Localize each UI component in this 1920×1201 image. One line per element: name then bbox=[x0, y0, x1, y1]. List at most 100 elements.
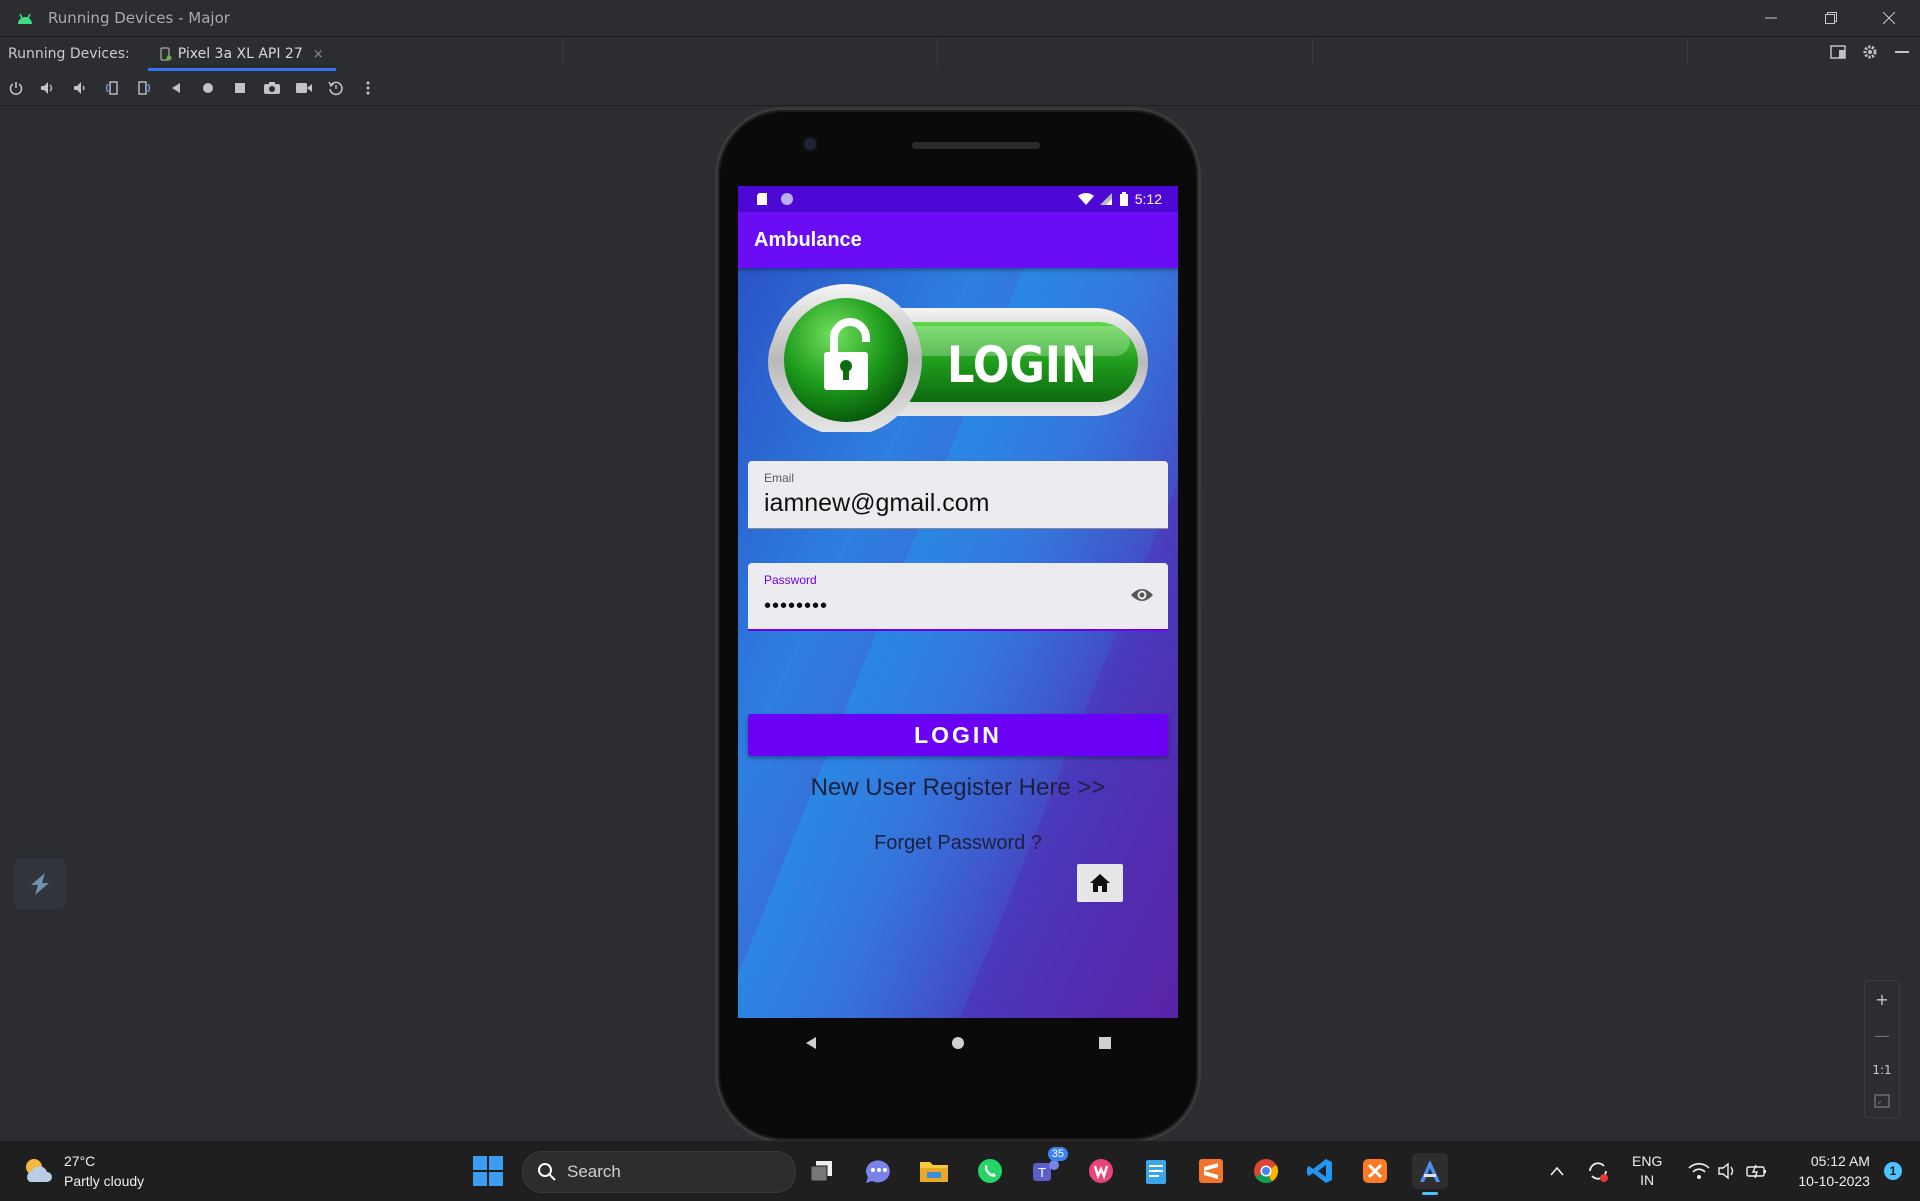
layout-button[interactable] bbox=[1822, 38, 1854, 66]
chat-app-button[interactable] bbox=[860, 1153, 896, 1189]
password-visibility-icon[interactable] bbox=[1130, 587, 1154, 603]
reset-button[interactable] bbox=[320, 74, 352, 102]
fit-screen-icon[interactable] bbox=[1874, 1094, 1890, 1108]
volume-up-button[interactable] bbox=[32, 74, 64, 102]
file-explorer-button[interactable] bbox=[916, 1153, 952, 1189]
xampp-icon bbox=[1363, 1159, 1387, 1183]
wifi-tray-icon[interactable] bbox=[1688, 1162, 1710, 1180]
login-screen: LOGIN Email iamnew@gmail.com Password ••… bbox=[738, 268, 1178, 1018]
layout-icon bbox=[1830, 45, 1846, 59]
sublime-icon bbox=[1199, 1159, 1223, 1183]
chevron-up-icon[interactable] bbox=[1550, 1166, 1564, 1176]
volume-up-icon bbox=[41, 82, 53, 94]
home-shortcut-button[interactable] bbox=[1077, 864, 1123, 902]
home-circle-icon bbox=[203, 83, 213, 93]
password-label: Password bbox=[764, 573, 817, 587]
home-button[interactable] bbox=[192, 74, 224, 102]
whatsapp-button[interactable] bbox=[972, 1153, 1008, 1189]
task-view-button[interactable] bbox=[804, 1153, 840, 1189]
screen-record-button[interactable] bbox=[288, 74, 320, 102]
password-underline bbox=[748, 629, 1168, 631]
power-icon bbox=[9, 82, 23, 95]
minimize-icon bbox=[1765, 17, 1777, 19]
nav-back-icon[interactable] bbox=[804, 1036, 818, 1050]
xampp-button[interactable] bbox=[1357, 1153, 1393, 1189]
tab-close-icon[interactable]: × bbox=[313, 47, 324, 62]
task-view-icon bbox=[810, 1161, 832, 1182]
svg-text:T: T bbox=[1037, 1166, 1046, 1180]
window-titlebar: Running Devices - Major bbox=[0, 0, 1920, 36]
window-title: Running Devices - Major bbox=[48, 9, 230, 27]
weather-desc: Partly cloudy bbox=[64, 1173, 145, 1189]
overview-button[interactable] bbox=[224, 74, 256, 102]
restore-icon bbox=[1825, 12, 1837, 24]
app-bar: Ambulance bbox=[738, 212, 1178, 268]
sd-card-icon bbox=[757, 193, 767, 205]
gear-icon bbox=[1863, 45, 1877, 59]
chat-icon bbox=[865, 1160, 890, 1183]
running-devices-tabbar: Running Devices: Pixel 3a XL API 27 × bbox=[0, 36, 1920, 72]
partly-cloudy-icon bbox=[26, 1159, 52, 1182]
vscode-button[interactable] bbox=[1302, 1153, 1338, 1189]
overview-icon bbox=[235, 83, 245, 93]
region-code: IN bbox=[1640, 1172, 1655, 1188]
more-button[interactable] bbox=[352, 74, 384, 102]
weather-temp: 27°C bbox=[64, 1153, 96, 1169]
weather-widget[interactable]: 27°C Partly cloudy bbox=[22, 1151, 144, 1191]
rotate-right-button[interactable] bbox=[128, 74, 160, 102]
hide-panel-button[interactable] bbox=[1886, 38, 1918, 66]
notepad-button[interactable] bbox=[1138, 1153, 1174, 1189]
actual-size-button[interactable]: 1:1 bbox=[1872, 1063, 1891, 1077]
battery-tray-icon[interactable] bbox=[1746, 1162, 1768, 1180]
notepad-icon bbox=[1146, 1160, 1166, 1184]
search-icon bbox=[538, 1163, 556, 1181]
sync-icon[interactable] bbox=[1586, 1159, 1610, 1183]
home-icon bbox=[1090, 874, 1110, 892]
email-underline bbox=[748, 528, 1168, 529]
close-window-button[interactable] bbox=[1860, 0, 1918, 36]
speaker-tray-icon[interactable] bbox=[1718, 1162, 1738, 1180]
chrome-button[interactable] bbox=[1248, 1153, 1284, 1189]
rotate-left-button[interactable] bbox=[96, 74, 128, 102]
nav-overview-icon[interactable] bbox=[1098, 1036, 1112, 1050]
zoom-controls: + — 1:1 bbox=[1864, 980, 1900, 1118]
power-button[interactable] bbox=[0, 74, 32, 102]
chrome-icon bbox=[1254, 1159, 1279, 1184]
tab-pixel-3a-xl[interactable]: Pixel 3a XL API 27 × bbox=[147, 37, 336, 71]
language-code: ENG bbox=[1632, 1153, 1663, 1169]
more-icon bbox=[366, 81, 370, 95]
teams-button[interactable]: T 35 bbox=[1028, 1147, 1068, 1189]
zoom-in-button[interactable]: + bbox=[1875, 990, 1888, 1009]
wps-office-icon bbox=[1089, 1159, 1113, 1183]
rotate-right-icon bbox=[138, 81, 151, 95]
login-logo-image: LOGIN bbox=[768, 284, 1148, 432]
nav-home-icon[interactable] bbox=[951, 1036, 965, 1050]
email-field[interactable]: Email iamnew@gmail.com bbox=[748, 461, 1168, 529]
folder-icon bbox=[920, 1162, 948, 1182]
register-link[interactable]: New User Register Here >> bbox=[738, 774, 1178, 802]
windows-start-icon[interactable] bbox=[472, 1155, 504, 1187]
zoom-out-button[interactable]: — bbox=[1874, 1026, 1890, 1045]
screenshot-button[interactable] bbox=[256, 74, 288, 102]
clock[interactable]: 05:12 AM 10-10-2023 bbox=[1798, 1151, 1870, 1191]
wps-office-button[interactable] bbox=[1083, 1153, 1119, 1189]
password-input[interactable]: •••••••• bbox=[764, 595, 828, 618]
email-input[interactable]: iamnew@gmail.com bbox=[764, 489, 989, 518]
volume-down-button[interactable] bbox=[64, 74, 96, 102]
minimize-button[interactable] bbox=[1742, 0, 1800, 36]
sublime-text-button[interactable] bbox=[1193, 1153, 1229, 1189]
language-indicator[interactable]: ENG IN bbox=[1632, 1152, 1662, 1190]
restore-button[interactable] bbox=[1802, 0, 1860, 36]
side-tool-window-button[interactable] bbox=[14, 858, 66, 910]
device-screen[interactable]: 5:12 Ambulance LOGIN Email iamnew@gmail.… bbox=[738, 186, 1178, 1018]
minimize-panel-icon bbox=[1895, 51, 1909, 53]
back-button[interactable] bbox=[160, 74, 192, 102]
forgot-password-link[interactable]: Forget Password ? bbox=[738, 832, 1178, 855]
login-button[interactable]: LOGIN bbox=[748, 714, 1168, 756]
taskbar-search-box[interactable]: Search bbox=[522, 1151, 796, 1193]
settings-button[interactable] bbox=[1854, 38, 1886, 66]
password-field[interactable]: Password •••••••• bbox=[748, 563, 1168, 631]
notification-badge[interactable]: 1 bbox=[1883, 1162, 1902, 1180]
android-studio-button[interactable] bbox=[1412, 1153, 1448, 1195]
side-volume-button bbox=[1202, 488, 1206, 612]
